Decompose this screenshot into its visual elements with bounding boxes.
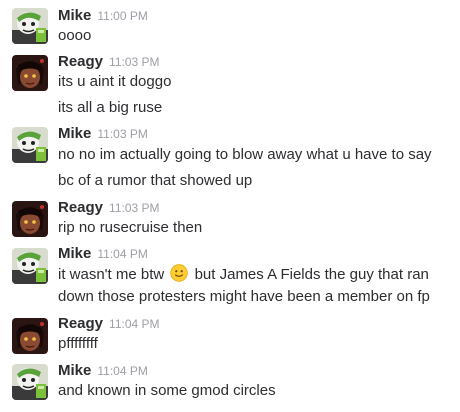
message-text: its all a big ruse bbox=[58, 99, 163, 116]
reagy-avatar[interactable] bbox=[12, 318, 48, 354]
mike-avatar[interactable] bbox=[12, 127, 48, 163]
timestamp[interactable]: 11:04 PM bbox=[109, 317, 159, 331]
message-text: oooo bbox=[58, 27, 92, 44]
message-text: no no im actually going to blow away wha… bbox=[58, 146, 432, 163]
message-text: down those protesters might have been a … bbox=[58, 288, 430, 305]
mike-avatar[interactable] bbox=[12, 8, 48, 44]
reagy-avatar[interactable] bbox=[12, 55, 48, 91]
author-name[interactable]: Mike bbox=[58, 7, 91, 24]
timestamp[interactable]: 11:03 PM bbox=[109, 55, 159, 69]
author-name[interactable]: Reagy bbox=[58, 199, 103, 216]
timestamp[interactable]: 11:00 PM bbox=[97, 9, 147, 23]
message-text-before-emoji: it wasn't me btw bbox=[58, 266, 165, 283]
message-text: pffffffff bbox=[58, 335, 98, 352]
mike-avatar[interactable] bbox=[12, 248, 48, 284]
timestamp[interactable]: 11:03 PM bbox=[97, 127, 147, 141]
timestamp[interactable]: 11:04 PM bbox=[97, 364, 147, 378]
message-text: and known in some gmod circles bbox=[58, 382, 276, 399]
timestamp[interactable]: 11:04 PM bbox=[97, 247, 147, 261]
message-text: its u aint it doggo bbox=[58, 73, 172, 90]
author-name[interactable]: Reagy bbox=[58, 53, 103, 70]
slightly-smiling-face-emoji-icon[interactable] bbox=[170, 264, 189, 282]
author-name[interactable]: Reagy bbox=[58, 315, 103, 332]
author-name[interactable]: Mike bbox=[58, 362, 91, 379]
message-text-after-emoji: but James A Fields the guy that ran bbox=[194, 266, 429, 283]
author-name[interactable]: Mike bbox=[58, 125, 91, 142]
message-text: rip no rusecruise then bbox=[58, 219, 203, 236]
reagy-avatar[interactable] bbox=[12, 201, 48, 237]
timestamp[interactable]: 11:03 PM bbox=[109, 201, 159, 215]
mike-avatar[interactable] bbox=[12, 364, 48, 400]
author-name[interactable]: Mike bbox=[58, 245, 91, 262]
message-text: bc of a rumor that showed up bbox=[58, 172, 253, 189]
message-text: it wasn't me btw but James A Fields the … bbox=[58, 264, 429, 285]
